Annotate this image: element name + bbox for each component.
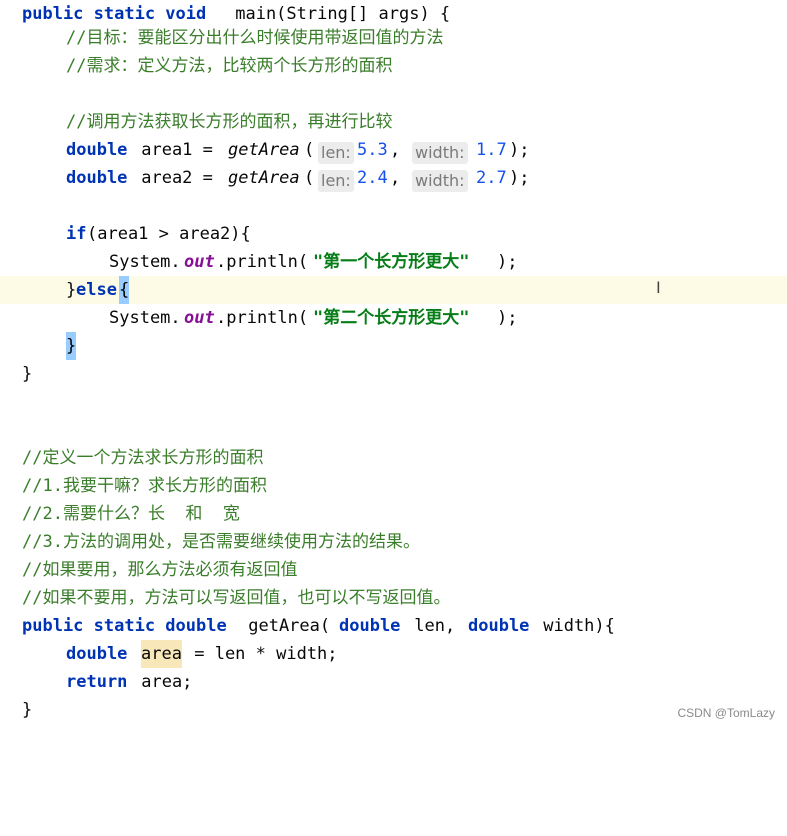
code-keyword: public static double <box>22 616 227 636</box>
comma: , <box>390 168 401 188</box>
code-comment: //如果要用，那么方法必须有返回值 <box>22 560 298 580</box>
matched-brace: } <box>66 332 77 360</box>
code-line: //定义一个方法求长方形的面积 <box>0 444 787 472</box>
code-line: return area; <box>0 668 787 696</box>
code-line: } <box>0 696 787 724</box>
code-keyword: if <box>66 224 87 244</box>
text-cursor-icon: I <box>656 278 661 297</box>
code-line: System. out .println( "第一个长方形更大" ); <box>0 248 787 276</box>
comma: , <box>390 140 401 160</box>
code-keyword: double <box>66 168 128 188</box>
code-line: double area1 = getArea ( len: 5.3 , widt… <box>0 136 787 164</box>
code-line: //2.需要什么？长 和 宽 <box>0 500 787 528</box>
code-text: .println( <box>216 308 309 328</box>
code-comment: //需求：定义方法，比较两个长方形的面积 <box>66 56 393 76</box>
code-field: out <box>184 308 215 328</box>
code-line: //1.我要干嘛？求长方形的面积 <box>0 472 787 500</box>
number-literal: 2.7 <box>476 168 507 188</box>
code-text: = len * width; <box>184 644 338 664</box>
code-keyword: return <box>66 672 128 692</box>
code-text: width){ <box>533 616 615 636</box>
code-keyword: else <box>76 280 117 300</box>
code-line: } <box>0 360 787 388</box>
code-text: (area1 > area2){ <box>87 224 251 244</box>
code-text: area2 = <box>131 168 224 188</box>
param-hint-len: len: <box>318 142 354 164</box>
string-literal: "第二个长方形更大" <box>313 308 470 328</box>
code-text: } <box>66 280 77 300</box>
method-call: getArea <box>228 168 300 188</box>
code-comment: //目标：要能区分出什么时候使用带返回值的方法 <box>66 28 444 48</box>
param-hint: width: <box>412 139 468 167</box>
code-comment: //调用方法获取长方形的面积，再进行比较 <box>66 112 393 132</box>
watermark: CSDN @TomLazy <box>677 706 775 720</box>
param-hint: width: <box>412 167 468 195</box>
statement-end: ); <box>509 168 530 188</box>
param-hint-width: width: <box>412 142 468 164</box>
code-keyword: double <box>339 616 401 636</box>
code-editor[interactable]: public static void main(String[] args) {… <box>0 0 787 728</box>
paren-open: ( <box>304 168 315 188</box>
code-comment: //如果不要用，方法可以写返回值，也可以不写返回值。 <box>22 588 451 608</box>
param-hint-len: len: <box>318 170 354 192</box>
param-hint: len: <box>318 167 354 195</box>
number-literal: 2.4 <box>357 168 388 188</box>
code-line: //如果不要用，方法可以写返回值，也可以不写返回值。 <box>0 584 787 612</box>
number-literal: 5.3 <box>357 140 388 160</box>
number-literal: 1.7 <box>476 140 507 160</box>
param-hint: len: <box>318 139 354 167</box>
code-text: .println( <box>216 252 309 272</box>
code-text: area1 = <box>131 140 224 160</box>
code-text: System. <box>109 308 181 328</box>
code-line: //如果要用，那么方法必须有返回值 <box>0 556 787 584</box>
method-call: getArea <box>228 140 300 160</box>
code-text: area; <box>131 672 193 692</box>
code-comment: //2.需要什么？长 和 宽 <box>22 504 240 524</box>
code-line: //3.方法的调用处，是否需要继续使用方法的结果。 <box>0 528 787 556</box>
string-literal: "第一个长方形更大" <box>313 252 470 272</box>
code-field: out <box>184 252 215 272</box>
code-text: } <box>22 364 33 384</box>
code-line: double area = len * width; <box>0 640 787 668</box>
code-line: public static double getArea( double len… <box>0 612 787 640</box>
highlighted-identifier: area <box>141 640 182 668</box>
code-text: getArea( <box>238 616 331 636</box>
paren-open: ( <box>304 140 315 160</box>
code-line: double area2 = getArea ( len: 2.4 , widt… <box>0 164 787 192</box>
matched-brace: { <box>119 276 130 304</box>
code-keyword: double <box>66 140 128 160</box>
code-text: System. <box>109 252 181 272</box>
current-line: } else { <box>0 276 787 304</box>
param-hint-width: width: <box>412 170 468 192</box>
code-text: ); <box>497 252 518 272</box>
code-line: //目标：要能区分出什么时候使用带返回值的方法 <box>0 24 787 52</box>
code-line: //需求：定义方法，比较两个长方形的面积 <box>0 52 787 80</box>
code-text: len, <box>404 616 466 636</box>
code-line: System. out .println( "第二个长方形更大" ); <box>0 304 787 332</box>
code-keyword: double <box>66 644 128 664</box>
code-line: } <box>0 332 787 360</box>
code-comment: //定义一个方法求长方形的面积 <box>22 448 264 468</box>
code-comment: //3.方法的调用处，是否需要继续使用方法的结果。 <box>22 532 420 552</box>
code-text: ); <box>497 308 518 328</box>
code-keyword: double <box>468 616 530 636</box>
code-comment: //1.我要干嘛？求长方形的面积 <box>22 476 267 496</box>
code-text: } <box>22 700 33 720</box>
code-line: if (area1 > area2){ <box>0 220 787 248</box>
statement-end: ); <box>509 140 530 160</box>
code-line: //调用方法获取长方形的面积，再进行比较 <box>0 108 787 136</box>
